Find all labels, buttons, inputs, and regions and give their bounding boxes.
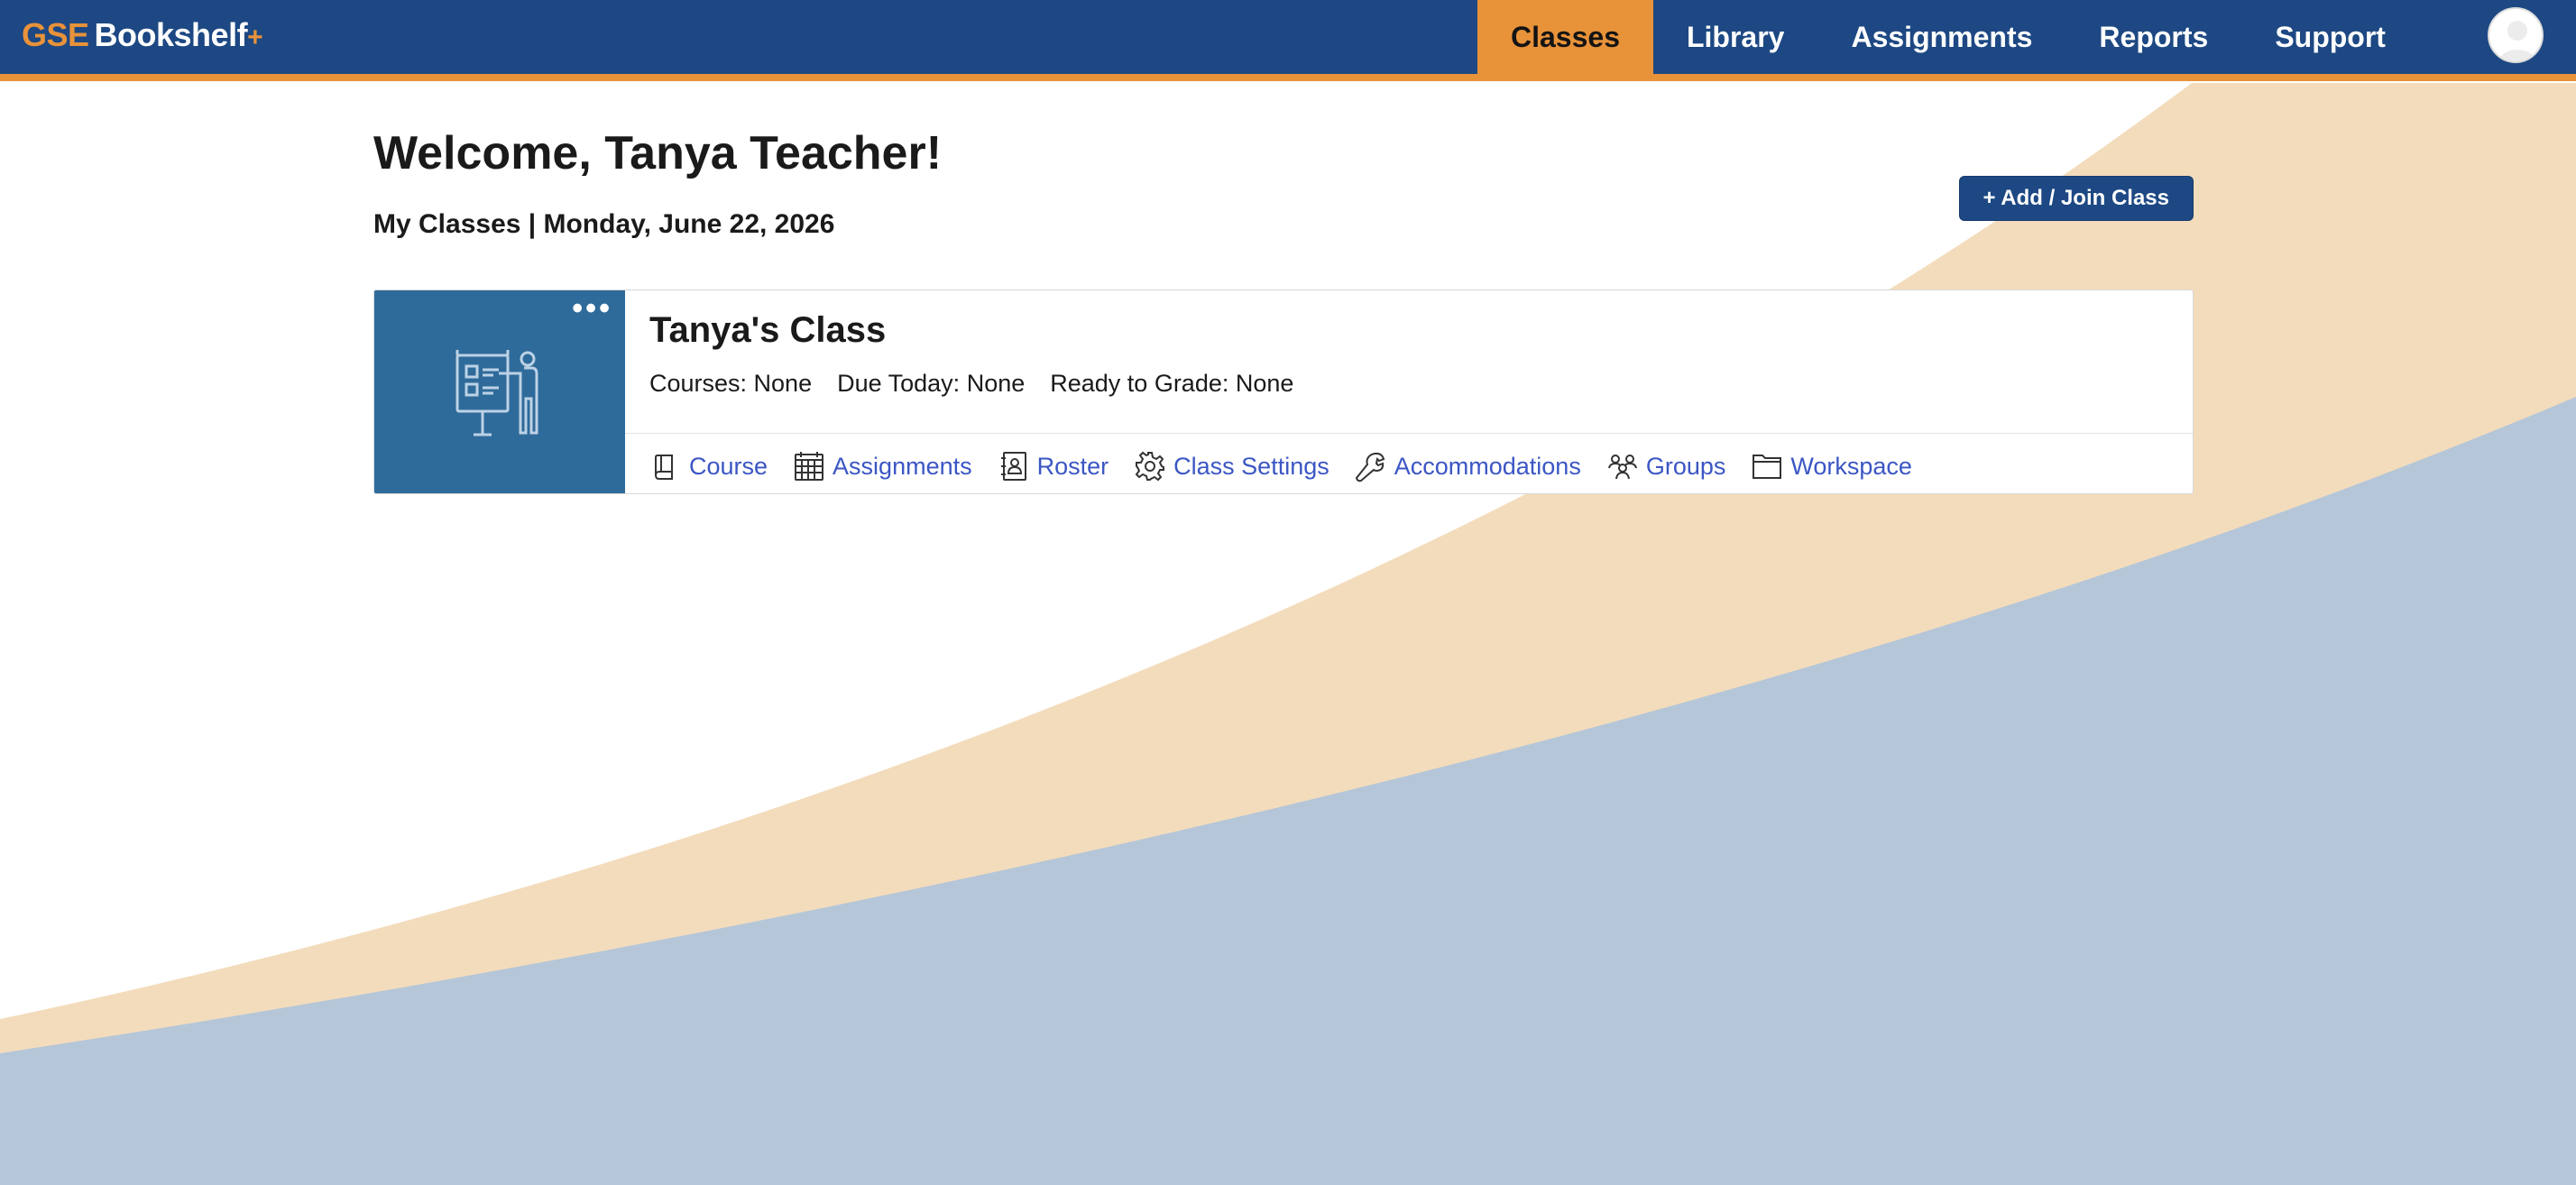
class-link-assignments[interactable]: Assignments bbox=[793, 450, 972, 482]
class-link-label: Roster bbox=[1036, 452, 1109, 480]
class-link-label: Assignments bbox=[833, 452, 972, 480]
class-link-accommodations[interactable]: Accommodations bbox=[1355, 450, 1581, 482]
class-link-label: Groups bbox=[1645, 452, 1726, 480]
class-link-label: Accommodations bbox=[1394, 452, 1581, 480]
nav-item-assignments[interactable]: Assignments bbox=[1817, 0, 2065, 74]
folder-icon bbox=[1753, 455, 1782, 479]
user-avatar-icon bbox=[2498, 21, 2536, 61]
class-link-label: Class Settings bbox=[1173, 452, 1329, 480]
gear-icon bbox=[1135, 451, 1165, 482]
brand-suffix: + bbox=[247, 23, 263, 52]
stat-ready-to-grade: Ready to Grade: None bbox=[1050, 370, 1294, 397]
class-title[interactable]: Tanya's Class bbox=[649, 310, 886, 351]
brand-logo[interactable]: GSE Bookshelf + bbox=[22, 16, 263, 54]
stat-courses: Courses: None bbox=[649, 370, 813, 397]
teacher-presentation-icon bbox=[455, 350, 538, 436]
book-icon bbox=[655, 455, 673, 480]
groups-icon bbox=[1607, 455, 1637, 480]
class-link-roster[interactable]: Roster bbox=[998, 450, 1109, 482]
card-divider bbox=[625, 433, 2193, 434]
nav-item-classes[interactable]: Classes bbox=[1477, 0, 1653, 74]
welcome-heading: Welcome, Tanya Teacher! bbox=[373, 127, 943, 179]
class-link-workspace[interactable]: Workspace bbox=[1751, 450, 1912, 482]
stat-due-today: Due Today: None bbox=[837, 370, 1026, 397]
user-avatar[interactable] bbox=[2488, 7, 2544, 63]
class-stats: Courses: None Due Today: None Ready to G… bbox=[649, 370, 1293, 398]
brand-name: Bookshelf bbox=[94, 16, 248, 53]
class-link-course[interactable]: Course bbox=[649, 450, 768, 482]
calendar-icon bbox=[795, 452, 824, 481]
class-link-label: Course bbox=[689, 452, 768, 480]
class-link-label: Workspace bbox=[1790, 452, 1912, 480]
class-link-groups[interactable]: Groups bbox=[1606, 450, 1726, 482]
nav-item-reports[interactable]: Reports bbox=[2065, 0, 2241, 74]
nav-item-support[interactable]: Support bbox=[2241, 0, 2419, 74]
top-navigation-bar: GSE Bookshelf + Classes Library Assignme… bbox=[0, 0, 2576, 74]
class-action-links: Course Assignments Roster Class Settings… bbox=[649, 444, 1912, 489]
add-join-class-button[interactable]: + Add / Join Class bbox=[1958, 176, 2194, 221]
main-nav: Classes Library Assignments Reports Supp… bbox=[1477, 0, 2419, 74]
class-thumbnail[interactable]: ••• bbox=[374, 290, 625, 493]
class-link-class-settings[interactable]: Class Settings bbox=[1134, 450, 1329, 482]
wrench-icon bbox=[1355, 452, 1385, 482]
class-menu-icon[interactable]: ••• bbox=[572, 293, 612, 324]
address-book-icon bbox=[1000, 452, 1026, 481]
my-classes-date: My Classes | Monday, June 22, 2026 bbox=[373, 209, 835, 239]
nav-accent-stripe bbox=[0, 74, 2576, 81]
class-card: ••• Tanya's Class Courses: None Due Toda… bbox=[373, 289, 2194, 494]
brand-prefix: GSE bbox=[22, 16, 89, 53]
nav-item-library[interactable]: Library bbox=[1653, 0, 1817, 74]
main-content: Welcome, Tanya Teacher! My Classes | Mon… bbox=[373, 0, 2194, 541]
